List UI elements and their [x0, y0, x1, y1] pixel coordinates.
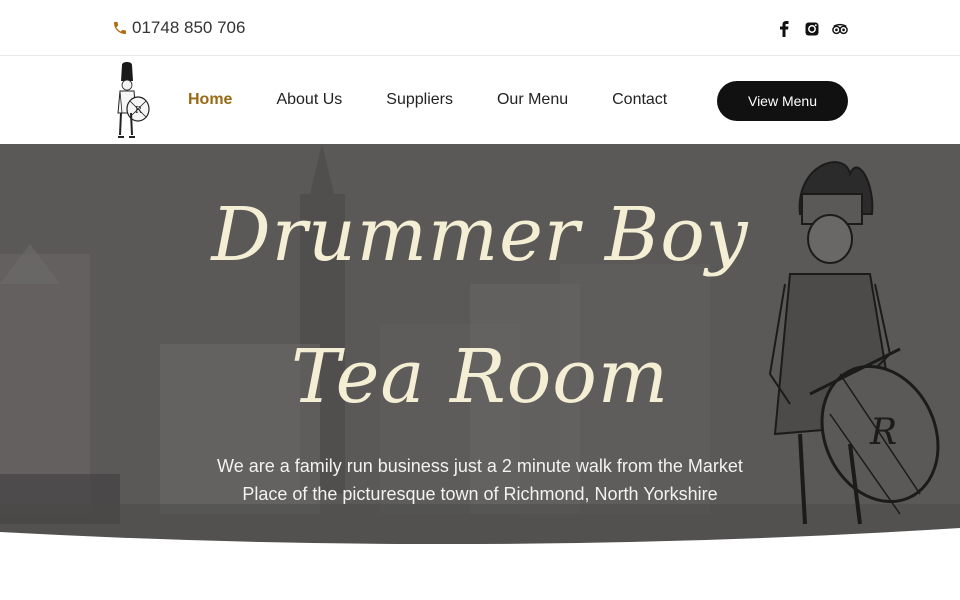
nav-item-home[interactable]: Home [188, 91, 232, 109]
phone-link[interactable]: 01748 850 706 [112, 18, 245, 38]
nav-menu: Home About Us Suppliers Our Menu Contact [188, 91, 667, 109]
nav-item-suppliers[interactable]: Suppliers [386, 91, 453, 109]
top-bar: 01748 850 706 [0, 0, 960, 56]
svg-text:R: R [135, 106, 142, 116]
hero-subtitle: We are a family run business just a 2 mi… [180, 452, 780, 508]
hero-title-line2: Tea Room [290, 334, 670, 420]
nav-item-our-menu[interactable]: Our Menu [497, 91, 568, 109]
hero-subtitle-line2: Place of the picturesque town of Richmon… [242, 484, 718, 504]
phone-icon [114, 22, 126, 34]
nav-item-contact[interactable]: Contact [612, 91, 667, 109]
view-menu-button[interactable]: View Menu [717, 81, 848, 121]
drummer-boy-logo[interactable]: R [110, 61, 154, 141]
tripadvisor-icon[interactable] [832, 21, 848, 37]
hero-title-line1: Drummer Boy [211, 192, 749, 278]
hero-section: R Drummer Boy Tea Room We are a family r… [0, 144, 960, 544]
svg-text:R: R [869, 412, 897, 453]
hero-subtitle-line1: We are a family run business just a 2 mi… [217, 456, 743, 476]
hero-bottom-curve [0, 528, 960, 548]
instagram-icon[interactable] [804, 21, 820, 37]
nav-item-about-us[interactable]: About Us [276, 91, 342, 109]
facebook-icon[interactable] [776, 21, 792, 37]
social-links [776, 21, 848, 37]
main-nav: R Home About Us Suppliers Our Menu Conta… [0, 57, 960, 144]
phone-number: 01748 850 706 [132, 18, 246, 37]
